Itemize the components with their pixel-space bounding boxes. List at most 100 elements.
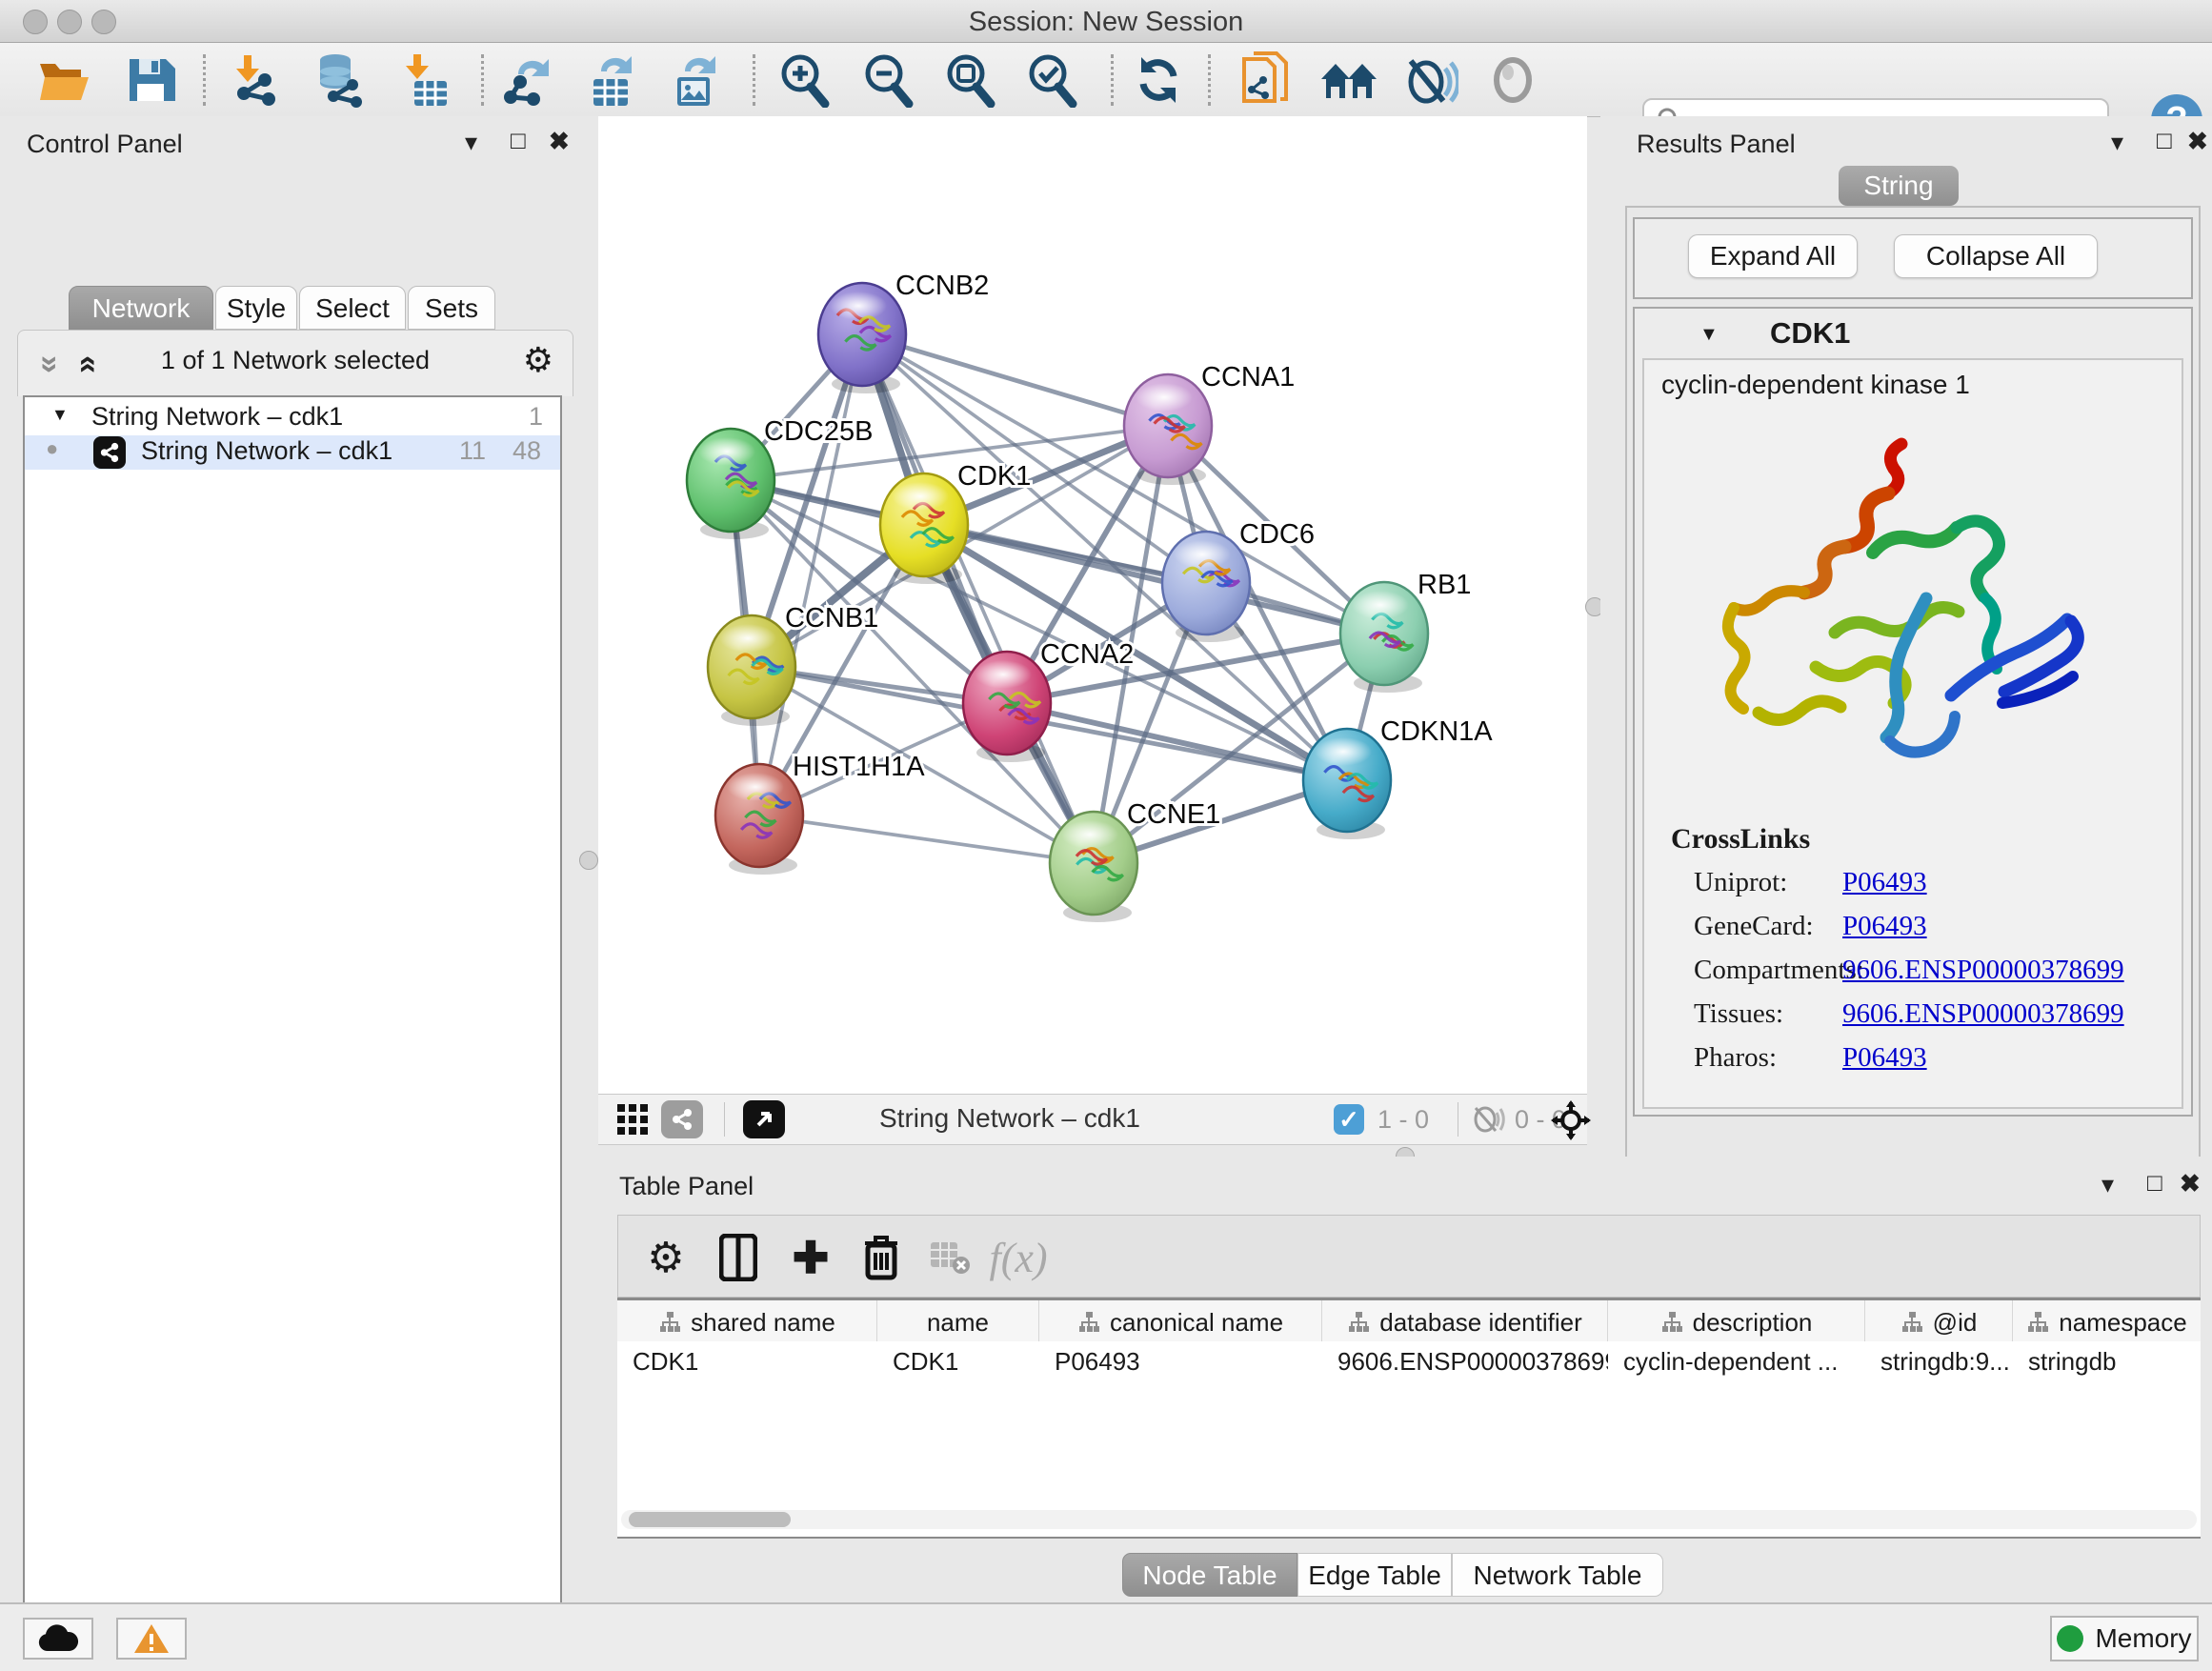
float-panel-icon[interactable]: ▾ bbox=[2111, 128, 2123, 157]
cell-shared-name: CDK1 bbox=[617, 1347, 877, 1377]
gear-icon[interactable]: ⚙ bbox=[523, 340, 553, 380]
table-body: CDK1 CDK1 P06493 9606.ENSP00000378699 cy… bbox=[617, 1341, 2201, 1539]
table-row[interactable]: CDK1 CDK1 P06493 9606.ENSP00000378699 cy… bbox=[617, 1341, 2201, 1381]
network-badge-icon[interactable] bbox=[661, 1100, 703, 1138]
home-view-button[interactable] bbox=[1318, 52, 1379, 108]
export-table-button[interactable] bbox=[583, 52, 644, 108]
network-row[interactable]: ● String Network – cdk1 11 48 bbox=[25, 435, 560, 470]
table-horizontal-scrollbar[interactable] bbox=[621, 1510, 2197, 1529]
delete-column-icon[interactable] bbox=[853, 1229, 910, 1286]
node-label: CDC25B bbox=[764, 416, 873, 447]
maximize-panel-icon[interactable]: □ bbox=[2147, 1168, 2162, 1198]
network-node-ccna2[interactable]: CCNA2 bbox=[963, 639, 1134, 762]
grid-view-icon[interactable] bbox=[612, 1100, 654, 1138]
float-panel-icon[interactable]: ▾ bbox=[465, 128, 477, 157]
toolbar-separator bbox=[481, 54, 484, 106]
left-splitter-handle[interactable] bbox=[579, 851, 598, 870]
expand-all-button[interactable]: Expand All bbox=[1688, 234, 1858, 278]
column-header[interactable]: canonical name bbox=[1039, 1300, 1322, 1344]
crosslink-label: Uniprot: bbox=[1694, 867, 1787, 898]
node-label: CDC6 bbox=[1239, 519, 1315, 550]
status-bar: Memory bbox=[0, 1602, 2212, 1671]
network-node-cdkn1a[interactable]: CDKN1A bbox=[1303, 716, 1493, 839]
title-bar: Session: New Session bbox=[0, 0, 2212, 43]
crosslink-link[interactable]: P06493 bbox=[1842, 867, 1927, 898]
memory-button[interactable]: Memory bbox=[2050, 1616, 2199, 1661]
table-gear-icon[interactable]: ⚙ bbox=[637, 1229, 694, 1286]
tree-expander-icon[interactable]: ▼ bbox=[51, 405, 69, 425]
zoom-selected-button[interactable] bbox=[1021, 52, 1082, 108]
hidden-eye-icon[interactable] bbox=[1471, 1106, 1505, 1133]
cell-namespace: stringdb bbox=[2013, 1347, 2201, 1377]
crosslink-link[interactable]: P06493 bbox=[1842, 1042, 1927, 1074]
refresh-button[interactable] bbox=[1128, 52, 1189, 108]
selected-checkbox[interactable]: ✓ bbox=[1334, 1104, 1364, 1135]
crosslink-link[interactable]: P06493 bbox=[1842, 911, 1927, 942]
tab-network[interactable]: Network bbox=[69, 286, 213, 330]
zoom-out-button[interactable] bbox=[857, 52, 918, 108]
import-table-button[interactable] bbox=[394, 52, 455, 108]
maximize-panel-icon[interactable]: □ bbox=[511, 126, 526, 155]
show-columns-icon[interactable] bbox=[710, 1229, 767, 1286]
close-panel-icon[interactable]: ✖ bbox=[2187, 127, 2208, 156]
float-panel-icon[interactable]: ▾ bbox=[2101, 1170, 2114, 1199]
tab-string[interactable]: String bbox=[1839, 166, 1959, 206]
collapse-all-button[interactable]: Collapse All bbox=[1894, 234, 2098, 278]
cloud-button[interactable] bbox=[23, 1618, 93, 1660]
open-session-button[interactable] bbox=[34, 52, 95, 108]
birds-eye-view-icon[interactable] bbox=[743, 1100, 785, 1138]
column-header[interactable]: @id bbox=[1865, 1300, 2013, 1344]
warning-button[interactable] bbox=[116, 1618, 187, 1660]
selected-count-badge: 1 - 0 bbox=[1377, 1105, 1429, 1135]
crosslink-link[interactable]: 9606.ENSP00000378699 bbox=[1842, 998, 2124, 1030]
network-from-file-button[interactable] bbox=[1235, 52, 1296, 108]
network-node-cdk1[interactable]: CDK1 bbox=[880, 461, 1031, 584]
column-header[interactable]: name bbox=[877, 1300, 1039, 1344]
tab-node-table[interactable]: Node Table bbox=[1122, 1553, 1297, 1597]
column-header[interactable]: shared name bbox=[617, 1300, 877, 1344]
toolbar-separator bbox=[1208, 54, 1211, 106]
network-node-rb1[interactable]: RB1 bbox=[1340, 570, 1471, 693]
crosslink-label: Compartments: bbox=[1694, 955, 1864, 986]
export-image-button[interactable] bbox=[667, 52, 728, 108]
zoom-fit-button[interactable] bbox=[939, 52, 1000, 108]
zoom-in-button[interactable] bbox=[774, 52, 835, 108]
tab-sets[interactable]: Sets bbox=[408, 286, 495, 330]
close-panel-icon[interactable]: ✖ bbox=[549, 127, 570, 156]
tab-edge-table[interactable]: Edge Table bbox=[1297, 1553, 1452, 1597]
scrollbar-thumb[interactable] bbox=[629, 1512, 791, 1527]
network-collection-row[interactable]: ▼ String Network – cdk1 1 bbox=[25, 401, 560, 435]
memory-label: Memory bbox=[2095, 1623, 2191, 1654]
network-view-toolbar: String Network – cdk1 ✓ 1 - 0 0 - 0 bbox=[598, 1094, 1587, 1145]
tab-select[interactable]: Select bbox=[299, 286, 406, 330]
pan-crosshair-icon[interactable] bbox=[1551, 1100, 1591, 1140]
column-header[interactable]: database identifier bbox=[1322, 1300, 1608, 1344]
tab-style[interactable]: Style bbox=[215, 286, 297, 330]
network-node-ccne1[interactable]: CCNE1 bbox=[1050, 799, 1220, 922]
network-edge[interactable] bbox=[1007, 703, 1347, 780]
column-header[interactable]: namespace bbox=[2013, 1300, 2201, 1344]
network-edge[interactable] bbox=[862, 334, 1168, 426]
network-edge[interactable] bbox=[759, 815, 1094, 863]
network-canvas[interactable]: CCNB2CCNA1CDC25BCDK1CDC6RB1CCNB1CCNA2CDK… bbox=[598, 116, 1587, 1094]
crosslink-link[interactable]: 9606.ENSP00000378699 bbox=[1842, 955, 2124, 986]
function-builder-icon: f(x) bbox=[990, 1229, 1047, 1286]
maximize-panel-icon[interactable]: □ bbox=[2157, 126, 2172, 155]
hide-glasses-button[interactable] bbox=[1400, 52, 1461, 108]
import-network-button[interactable] bbox=[225, 52, 286, 108]
section-expander-icon[interactable]: ▼ bbox=[1699, 324, 1719, 346]
tab-network-table[interactable]: Network Table bbox=[1452, 1553, 1663, 1597]
toolbar-separator bbox=[1111, 54, 1114, 106]
export-network-button[interactable] bbox=[499, 52, 560, 108]
collection-label: String Network – cdk1 bbox=[91, 402, 343, 432]
show-glasses-button[interactable] bbox=[1482, 52, 1543, 108]
network-node-ccnb1[interactable]: CCNB1 bbox=[708, 603, 878, 726]
add-column-icon[interactable]: ✚ bbox=[782, 1229, 839, 1286]
cell-id: stringdb:9... bbox=[1865, 1347, 2013, 1377]
save-session-button[interactable] bbox=[120, 52, 181, 108]
import-database-button[interactable] bbox=[309, 52, 370, 108]
column-header[interactable]: description bbox=[1608, 1300, 1865, 1344]
network-view-title: String Network – cdk1 bbox=[879, 1103, 1140, 1134]
network-node-hist1h1a[interactable]: HIST1H1A bbox=[715, 752, 925, 875]
close-panel-icon[interactable]: ✖ bbox=[2180, 1169, 2201, 1198]
